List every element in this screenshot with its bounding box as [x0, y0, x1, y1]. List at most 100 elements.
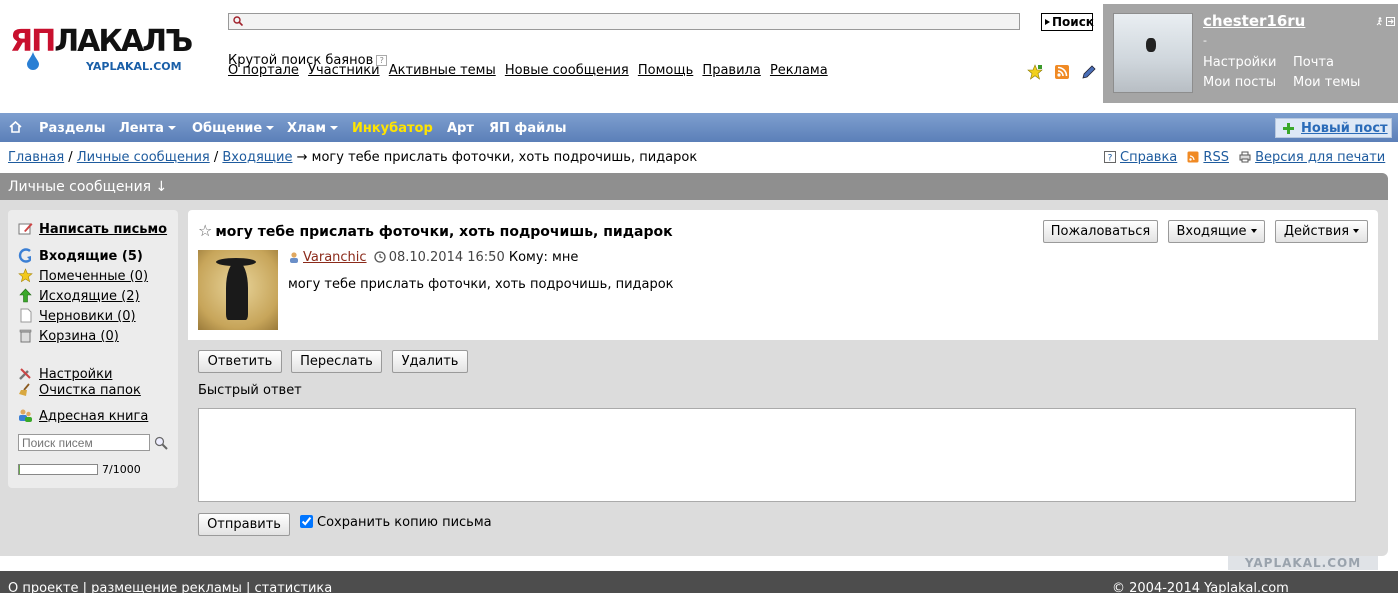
search-icon[interactable] — [154, 436, 168, 450]
menu-sections[interactable]: Разделы — [39, 121, 105, 136]
contacts-icon — [19, 409, 32, 422]
main-menu: Разделы Лента Общение Хлам Инкубатор Арт… — [0, 113, 1398, 142]
search-input[interactable] — [245, 14, 1015, 29]
rss-link[interactable]: RSS — [1203, 150, 1229, 165]
help-icon: ? — [1104, 151, 1116, 163]
drop-icon — [27, 52, 39, 70]
breadcrumb-pm[interactable]: Личные сообщения — [77, 150, 210, 165]
reply-button[interactable]: Ответить — [198, 350, 282, 373]
breadcrumb-home[interactable]: Главная — [8, 150, 64, 165]
complain-button[interactable]: Пожаловаться — [1043, 220, 1158, 243]
header-icons — [1027, 64, 1104, 84]
save-copy-checkbox[interactable] — [300, 515, 313, 528]
footer-stats-link[interactable]: статистика — [255, 581, 333, 596]
folder-inbox[interactable]: Входящие (5) — [18, 248, 143, 264]
nav-members[interactable]: Участники — [308, 63, 380, 78]
nav-active-topics[interactable]: Активные темы — [389, 63, 496, 78]
user-icon — [290, 252, 298, 263]
chevron-down-icon — [167, 126, 176, 130]
nav-new-posts[interactable]: Новые сообщения — [505, 63, 629, 78]
star-icon — [18, 268, 33, 283]
star-outline-icon[interactable]: ☆ — [198, 221, 212, 240]
sender-link[interactable]: Varanchic — [303, 250, 367, 265]
site-watermark: YAPLAKAL.COM — [1228, 556, 1378, 570]
pencil-icon[interactable] — [1081, 64, 1097, 80]
help-link[interactable]: Справка — [1120, 150, 1177, 165]
top-nav: О портале Участники Активные темы Новые … — [228, 63, 833, 78]
rss-icon — [1187, 151, 1199, 163]
message-body: могу тебе прислать фоточки, хоть подрочи… — [288, 277, 674, 292]
sender-avatar[interactable] — [198, 250, 278, 330]
folder-flagged[interactable]: Помеченные (0) — [18, 268, 148, 284]
quota-fill — [19, 465, 20, 474]
message-view: ☆ могу тебе прислать фоточки, хоть подроч… — [188, 210, 1378, 340]
chevron-down-icon — [1250, 229, 1257, 233]
delete-button[interactable]: Удалить — [392, 350, 468, 373]
menu-art[interactable]: Арт — [447, 121, 474, 136]
move-to-folder-dropdown[interactable]: Входящие — [1168, 220, 1265, 243]
nav-rules[interactable]: Правила — [702, 63, 760, 78]
nav-ads[interactable]: Реклама — [770, 63, 828, 78]
folder-drafts[interactable]: Черновики (0) — [18, 308, 136, 324]
mail-search-input[interactable] — [18, 434, 150, 451]
user-my-topics-link[interactable]: Мои темы — [1293, 75, 1360, 90]
folder-trash[interactable]: Корзина (0) — [18, 328, 119, 344]
inbox-arrow-icon — [18, 248, 31, 263]
menu-files[interactable]: ЯП файлы — [489, 121, 566, 136]
breadcrumb: Главная / Личные сообщения / Входящие → … — [8, 150, 698, 165]
forward-button[interactable]: Переслать — [291, 350, 382, 373]
message-recipient: Кому: мне — [508, 250, 579, 265]
username[interactable]: chester16ru — [1203, 12, 1305, 30]
menu-incubator[interactable]: Инкубатор — [352, 121, 433, 136]
section-title[interactable]: Личные сообщения ↓ — [0, 173, 1388, 200]
logo-domain: YAPLAKAL.COM — [86, 60, 182, 73]
nav-help[interactable]: Помощь — [638, 63, 693, 78]
nav-about[interactable]: О портале — [228, 63, 299, 78]
addressbook-link[interactable]: Адресная книга — [18, 408, 148, 424]
clean-folders-link[interactable]: Очистка папок — [18, 382, 141, 398]
pm-settings-link[interactable]: Настройки — [18, 366, 112, 382]
message-date: 08.10.2014 16:50 — [388, 250, 505, 265]
user-mail-link[interactable]: Почта — [1293, 55, 1334, 70]
tools-icon — [19, 368, 31, 380]
user-my-posts-link[interactable]: Мои посты — [1203, 75, 1276, 90]
svg-text:?: ? — [1108, 154, 1113, 164]
search-button[interactable]: Поиск — [1041, 13, 1094, 31]
logout-icon[interactable] — [1386, 17, 1395, 26]
search-field[interactable] — [228, 13, 1020, 30]
compose-link[interactable]: Написать письмо — [18, 221, 167, 237]
quick-reply-textarea[interactable] — [198, 408, 1356, 502]
favorite-star-icon[interactable] — [1027, 64, 1043, 80]
outbox-arrow-icon — [19, 288, 32, 303]
breadcrumb-inbox[interactable]: Входящие — [222, 150, 292, 165]
site-footer: О проекте | размещение рекламы | статист… — [0, 571, 1398, 596]
copyright: © 2004-2014 Yaplakal.com — [1112, 581, 1289, 596]
home-icon[interactable] — [9, 121, 22, 133]
user-walk-icon[interactable] — [1375, 17, 1384, 26]
search-icon — [233, 16, 243, 26]
footer-ads-link[interactable]: размещение рекламы — [91, 581, 242, 596]
site-header: ЯПЛАКАЛЪ YAPLAKAL.COM Поиск Крутой поиск… — [0, 0, 1398, 112]
print-icon — [1239, 151, 1251, 163]
draft-page-icon — [20, 308, 32, 323]
user-settings-link[interactable]: Настройки — [1203, 55, 1276, 70]
rss-icon[interactable] — [1054, 64, 1070, 80]
clock-icon — [374, 251, 386, 263]
pm-sidebar: Написать письмо Входящие (5) Помеченные … — [8, 210, 178, 488]
footer-about-link[interactable]: О проекте — [8, 581, 79, 596]
menu-social[interactable]: Общение — [192, 121, 275, 136]
trash-icon — [19, 329, 32, 343]
user-avatar[interactable] — [1113, 13, 1193, 93]
print-link[interactable]: Версия для печати — [1255, 150, 1385, 165]
folder-outbox[interactable]: Исходящие (2) — [18, 288, 140, 304]
actions-dropdown[interactable]: Действия — [1275, 220, 1368, 243]
save-copy-option[interactable]: Сохранить копию письма — [300, 515, 492, 530]
menu-junk[interactable]: Хлам — [287, 121, 338, 136]
menu-feed[interactable]: Лента — [119, 121, 176, 136]
chevron-down-icon — [1353, 229, 1360, 233]
send-button[interactable]: Отправить — [198, 513, 290, 536]
user-panel: chester16ru - Настройки Почта Мои посты … — [1103, 4, 1398, 103]
site-logo[interactable]: ЯПЛАКАЛЪ YAPLAKAL.COM — [8, 24, 208, 80]
new-post-button[interactable]: Новый пост — [1275, 118, 1392, 138]
message-panel: ☆ могу тебе прислать фоточки, хоть подроч… — [188, 210, 1378, 546]
